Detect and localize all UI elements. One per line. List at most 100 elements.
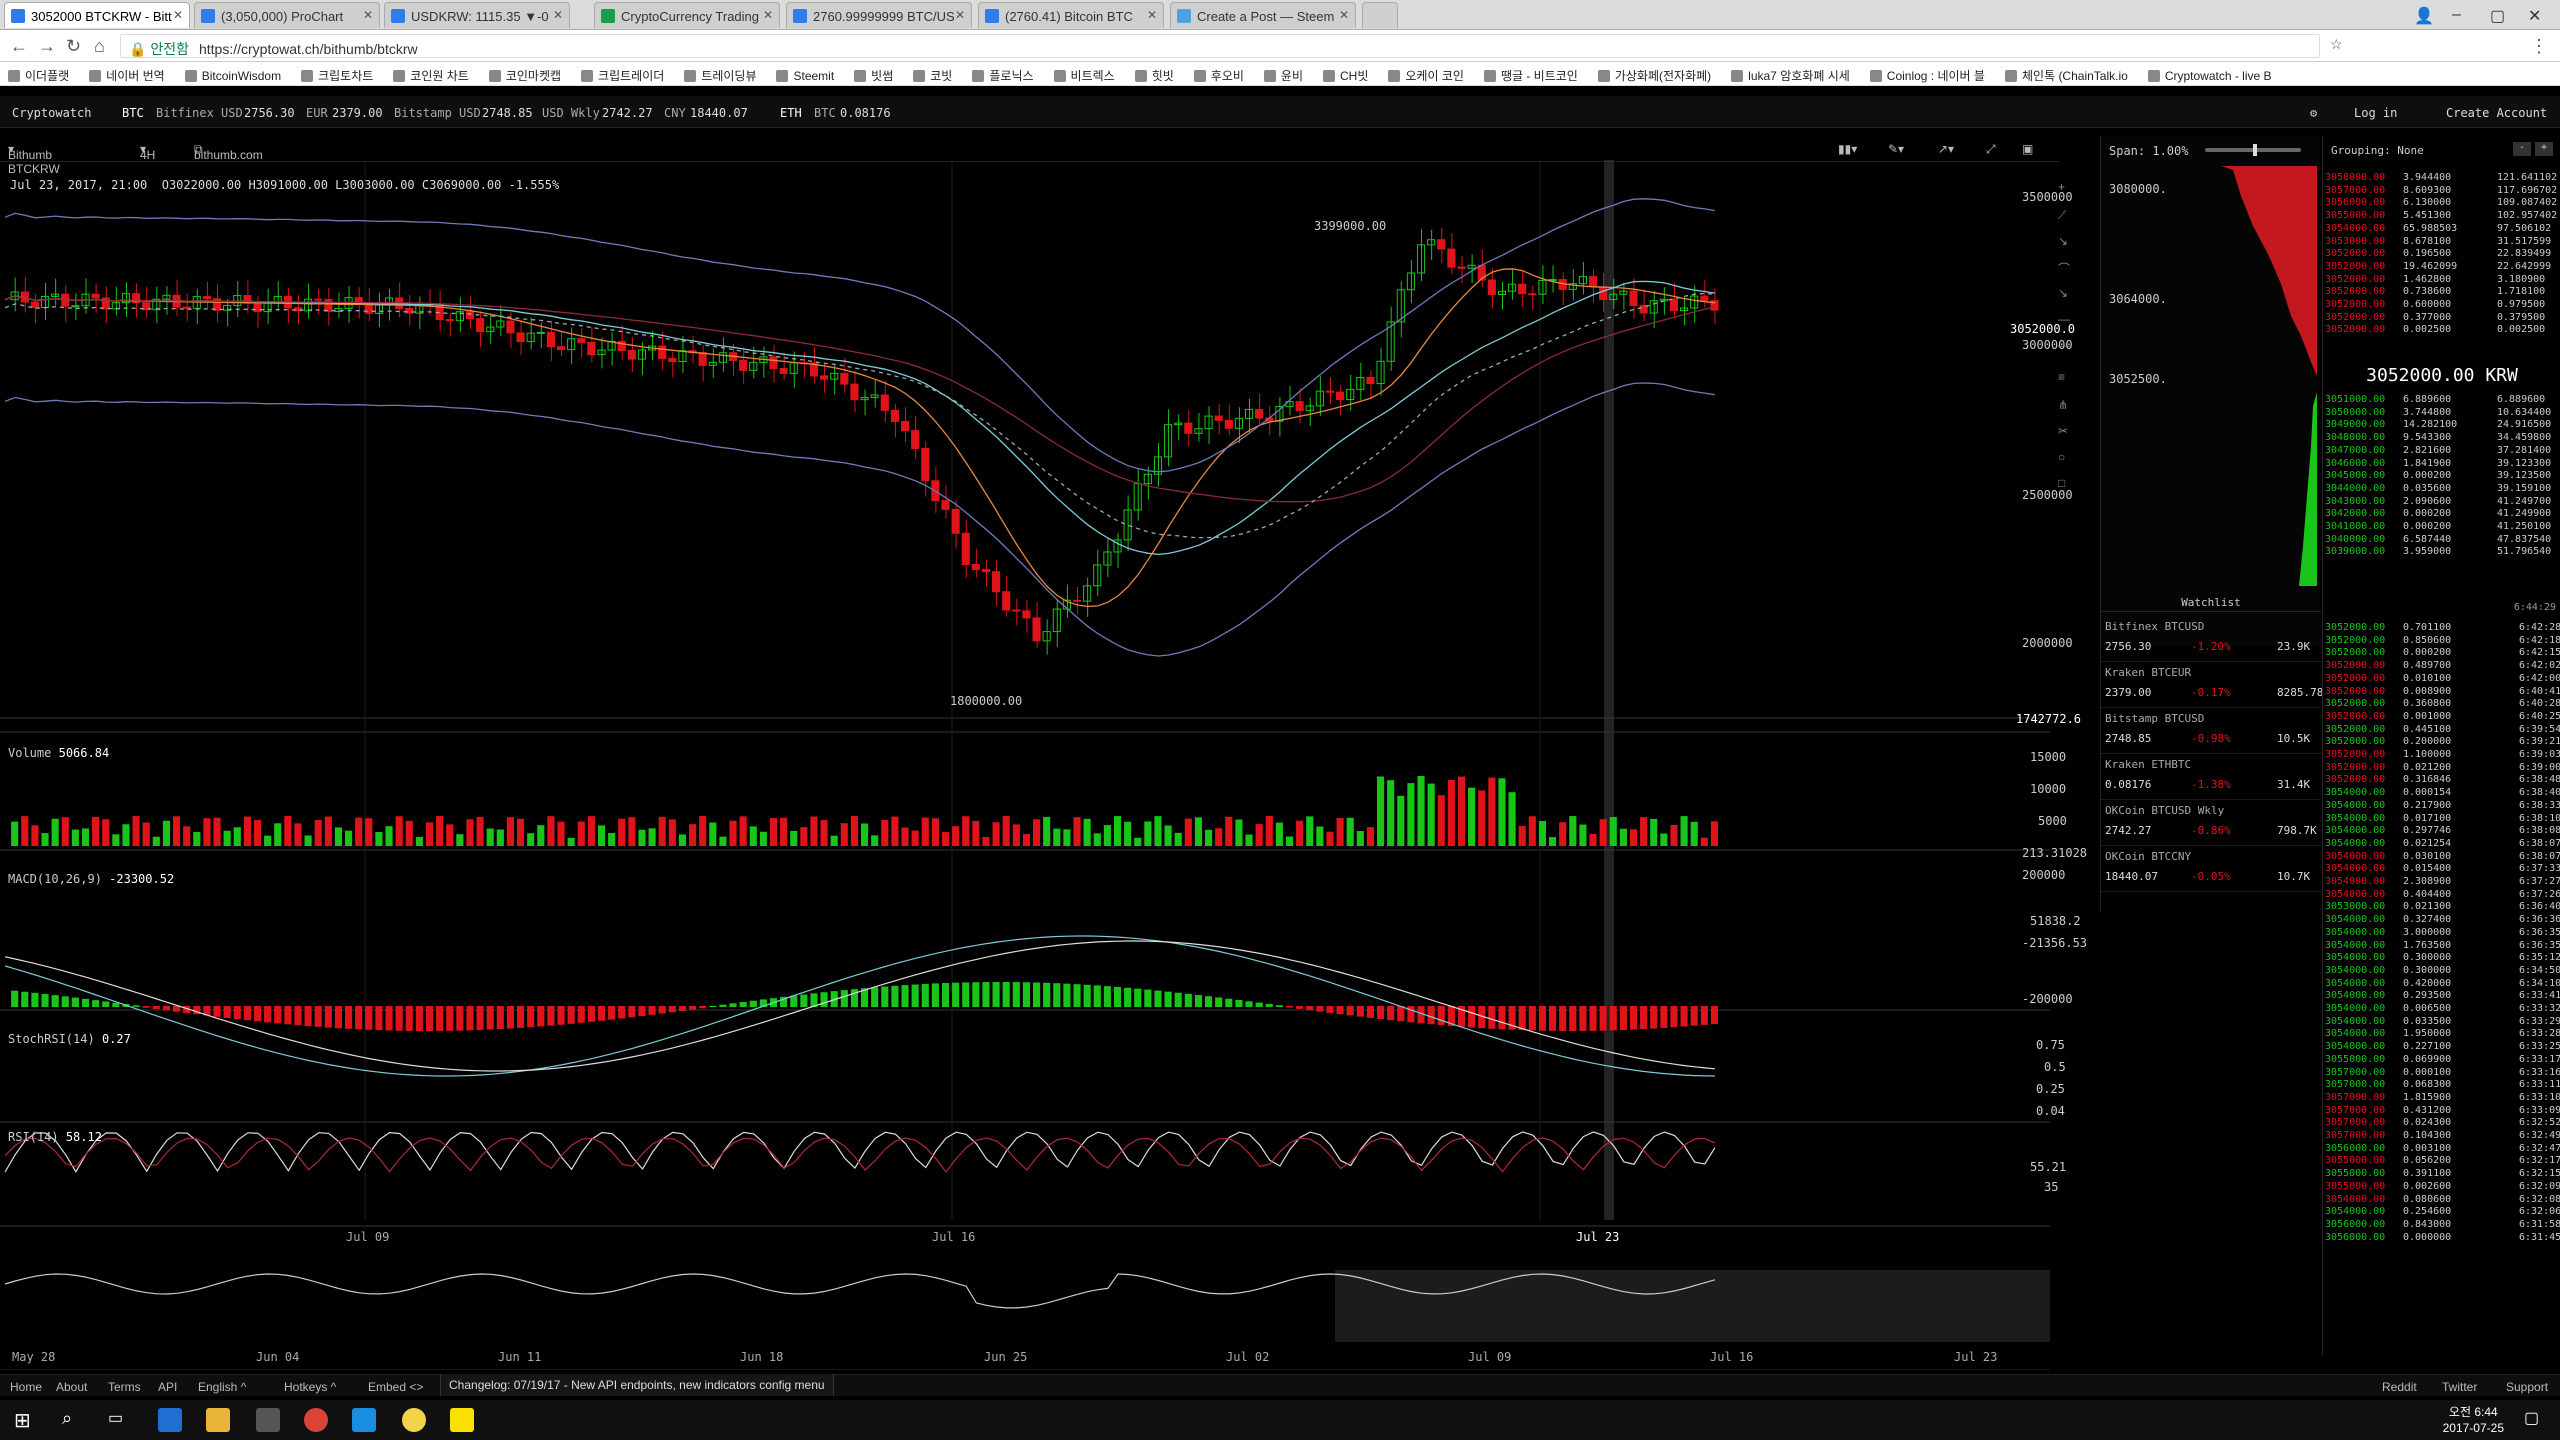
footer-api-link[interactable]: API: [158, 1380, 177, 1394]
reload-icon[interactable]: ↻: [66, 36, 81, 57]
hline-icon[interactable]: ―: [2058, 312, 2072, 326]
changelog-banner[interactable]: Changelog: 07/19/17 - New API endpoints,…: [440, 1374, 834, 1396]
orderbook-row[interactable]: 3047000.00 2.821600 37.281400: [2323, 445, 2560, 458]
close-tab-icon[interactable]: ✕: [1339, 8, 1349, 22]
bookmark-item[interactable]: BitcoinWisdom: [185, 69, 281, 83]
browser-tab[interactable]: (2760.41) Bitcoin BTC ✕: [978, 2, 1164, 28]
ethbtc-label[interactable]: BTC: [814, 106, 836, 120]
cny-label[interactable]: CNY: [664, 106, 686, 120]
eth-label[interactable]: ETH: [780, 106, 802, 120]
close-tab-icon[interactable]: ✕: [363, 8, 373, 22]
watchlist-item[interactable]: OKCoin BTCUSD Wkly 2742.27 -0.86% 798.7K: [2101, 800, 2321, 846]
span-slider[interactable]: [2205, 144, 2301, 156]
span-slider-handle[interactable]: [2253, 144, 2257, 156]
orderbook-row[interactable]: 3051000.00 6.889600 6.889600: [2323, 394, 2560, 407]
bookmark-item[interactable]: 힛빗: [1135, 67, 1174, 84]
chart-type-icon[interactable]: ▮▮▾: [1838, 142, 1857, 156]
bitstamp-label[interactable]: Bitstamp USD: [394, 106, 481, 120]
footer-terms-link[interactable]: Terms: [108, 1380, 141, 1394]
eur-label[interactable]: EUR: [306, 106, 328, 120]
orderbook-row[interactable]: 3041000.00 0.000200 41.250100: [2323, 521, 2560, 534]
system-clock[interactable]: 오전 6:44 2017-07-25: [2443, 1404, 2504, 1436]
bookmark-item[interactable]: 크립트레이더: [581, 67, 664, 84]
ray-icon[interactable]: ↘: [2058, 234, 2072, 248]
exchange-link[interactable]: bithumb.com ⧉: [194, 142, 263, 162]
arrow-icon[interactable]: ↘: [2058, 286, 2072, 300]
btc-label[interactable]: BTC: [122, 106, 144, 120]
crosshair-icon[interactable]: +: [2058, 180, 2072, 194]
hotkeys-menu[interactable]: Hotkeys ^: [284, 1380, 336, 1394]
bookmark-item[interactable]: 윤비: [1264, 67, 1303, 84]
bookmark-item[interactable]: 후오비: [1194, 67, 1244, 84]
chrome-menu-icon[interactable]: ⋮: [2530, 36, 2548, 57]
new-tab-button[interactable]: [1362, 2, 1398, 28]
notifications-icon[interactable]: ▢: [2524, 1408, 2548, 1432]
browser-tab[interactable]: 2760.99999999 BTC/US ✕: [786, 2, 972, 28]
screenshot-icon[interactable]: ▣: [2022, 142, 2033, 156]
watchlist-item[interactable]: Kraken BTCEUR 2379.00 -0.17% 8285.78: [2101, 662, 2323, 708]
fullscreen-icon[interactable]: ⤢: [1986, 142, 1996, 157]
orderbook-row[interactable]: 3052000.00 1.462800 3.180900: [2323, 274, 2560, 287]
bookmark-item[interactable]: 땡글 - 비트코인: [1484, 67, 1578, 84]
measure-icon[interactable]: ✂: [2058, 424, 2072, 438]
orderbook-row[interactable]: 3053000.00 8.678100 31.517599: [2323, 236, 2560, 249]
task-view-icon[interactable]: ▭: [108, 1408, 132, 1432]
orderbook-row[interactable]: 3057000.00 8.609300 117.696702: [2323, 185, 2560, 198]
watchlist-item[interactable]: Bitstamp BTCUSD 2748.85 -0.98% 10.5K: [2101, 708, 2321, 754]
windows-start-icon[interactable]: ⊞: [14, 1408, 38, 1432]
orderbook-row[interactable]: 3048000.00 9.543300 34.459800: [2323, 432, 2560, 445]
footer-support-link[interactable]: Support: [2506, 1380, 2548, 1394]
bookmark-item[interactable]: 트레이딩뷰: [684, 67, 756, 84]
close-tab-icon[interactable]: ✕: [1147, 8, 1157, 22]
bookmark-item[interactable]: 크립토차트: [301, 67, 373, 84]
brand-logo[interactable]: Cryptowatch: [12, 106, 91, 120]
wkly-label[interactable]: USD Wkly: [542, 106, 600, 120]
pitchfork-icon[interactable]: ⋔: [2058, 398, 2072, 412]
circle-icon[interactable]: ○: [2058, 450, 2072, 464]
hline2-icon[interactable]: ―: [2058, 338, 2072, 352]
bookmark-item[interactable]: 네이버 번역: [89, 67, 165, 84]
period-select[interactable]: 4H ▾: [140, 142, 155, 162]
forward-icon[interactable]: →: [38, 36, 56, 57]
embed-link[interactable]: Embed <>: [368, 1380, 423, 1394]
orderbook-row[interactable]: 3052000.00 0.600000 0.979500: [2323, 299, 2560, 312]
orderbook-row[interactable]: 3052000.00 0.002500 0.002500: [2323, 324, 2560, 337]
create-account-button[interactable]: Create Account: [2446, 106, 2547, 120]
bookmark-item[interactable]: 체인톡 (ChainTalk.io: [2005, 67, 2128, 84]
bookmark-item[interactable]: 비트렉스: [1054, 67, 1115, 84]
watchlist-item[interactable]: Kraken ETHBTC 0.08176 -1.38% 31.4K: [2101, 754, 2321, 800]
bookmark-item[interactable]: luka7 암호화폐 시세: [1731, 67, 1850, 84]
zoom-in-button[interactable]: +: [2535, 142, 2553, 156]
maximize-icon[interactable]: ▢: [2490, 6, 2505, 26]
bookmark-item[interactable]: 코빗: [913, 67, 952, 84]
bookmark-item[interactable]: 이더플랫: [8, 67, 69, 84]
bookmark-item[interactable]: 가상화페(전자화폐): [1598, 67, 1711, 84]
settings-icon[interactable]: ⚙: [2310, 106, 2317, 120]
browser-tab[interactable]: Create a Post — Steem ✕: [1170, 2, 1356, 28]
indicator-icon[interactable]: ↗▾: [1938, 142, 1954, 156]
browser-tab[interactable]: (3,050,000) ProChart ✕: [194, 2, 380, 28]
orderbook-row[interactable]: 3045000.00 0.000200 39.123500: [2323, 470, 2560, 483]
orderbook-row[interactable]: 3046000.00 1.841900 39.123300: [2323, 458, 2560, 471]
orderbook-row[interactable]: 3054000.00 65.988503 97.506102: [2323, 223, 2560, 236]
url-input[interactable]: 🔒 안전함 https://cryptowat.ch/bithumb/btckrw: [120, 34, 2320, 58]
grouping-control[interactable]: Grouping: None: [2331, 144, 2424, 157]
login-button[interactable]: Log in: [2354, 106, 2397, 120]
bookmark-item[interactable]: Coinlog : 네이버 블: [1870, 67, 1985, 84]
browser-tab[interactable]: USDKRW: 1115.35 ▼-0 ✕: [384, 2, 570, 28]
orderbook-row[interactable]: 3052000.00 0.196500 22.839499: [2323, 248, 2560, 261]
bookmark-item[interactable]: Cryptowatch - live B: [2148, 69, 2272, 83]
orderbook-row[interactable]: 3052000.00 0.377000 0.379500: [2323, 312, 2560, 325]
bookmark-item[interactable]: 오케이 코인: [1388, 67, 1464, 84]
orderbook-row[interactable]: 3044000.00 0.035600 39.159100: [2323, 483, 2560, 496]
edge-icon[interactable]: [158, 1408, 182, 1432]
orderbook-row[interactable]: 3043000.00 2.090600 41.249700: [2323, 496, 2560, 509]
back-icon[interactable]: ←: [10, 36, 28, 57]
bitfinex-label[interactable]: Bitfinex USD: [156, 106, 243, 120]
orderbook-row[interactable]: 3052000.00 0.738600 1.718100: [2323, 286, 2560, 299]
zoom-out-button[interactable]: -: [2513, 142, 2531, 156]
browser-tab[interactable]: 3052000 BTCKRW - Bitt ✕: [4, 2, 190, 28]
app-icon[interactable]: [402, 1408, 426, 1432]
browser-tab[interactable]: CryptoCurrency Trading ✕: [594, 2, 780, 28]
bookmark-item[interactable]: 코인원 차트: [393, 67, 469, 84]
